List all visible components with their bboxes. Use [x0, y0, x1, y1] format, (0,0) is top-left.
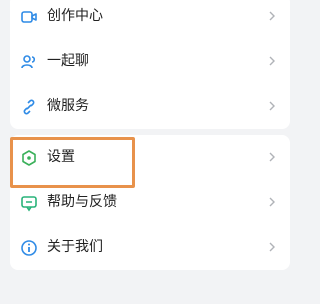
- chevron-right-icon: [269, 197, 275, 207]
- menu-item-label: 关于我们: [47, 239, 103, 255]
- video-camera-icon: [20, 8, 38, 26]
- menu-item-micro-service[interactable]: 微服务: [10, 84, 290, 129]
- menu-item-label: 创作中心: [47, 8, 103, 24]
- settings-hexagon-icon: [20, 149, 38, 167]
- menu-item-label: 设置: [47, 149, 75, 165]
- menu-item-help-feedback[interactable]: 帮助与反馈: [10, 180, 290, 225]
- chevron-right-icon: [269, 242, 275, 252]
- menu-item-label: 帮助与反馈: [47, 194, 117, 210]
- menu-item-creation-center[interactable]: 创作中心: [10, 0, 290, 39]
- menu-item-label: 微服务: [47, 98, 89, 114]
- help-feedback-icon: [20, 194, 38, 212]
- info-icon: [20, 239, 38, 257]
- menu-item-chat-together[interactable]: 一起聊: [10, 39, 290, 84]
- chevron-right-icon: [269, 11, 275, 21]
- link-chain-icon: [20, 98, 38, 116]
- people-chat-icon: [20, 53, 38, 71]
- menu-item-label: 一起聊: [47, 53, 89, 69]
- menu-item-settings[interactable]: 设置: [10, 135, 290, 180]
- menu-card-secondary: 设置 帮助与反馈 关于我们: [10, 135, 290, 270]
- chevron-right-icon: [269, 152, 275, 162]
- chevron-right-icon: [269, 56, 275, 66]
- menu-item-about-us[interactable]: 关于我们: [10, 225, 290, 270]
- menu-card-primary: 创作中心 一起聊 微服务: [10, 0, 290, 129]
- chevron-right-icon: [269, 101, 275, 111]
